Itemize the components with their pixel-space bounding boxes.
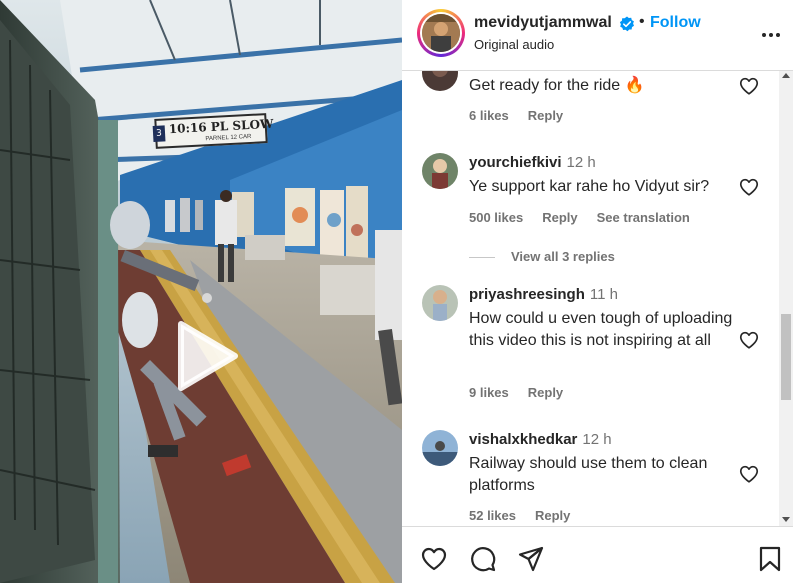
author-avatar[interactable] [417,9,465,57]
train-time-label: 10:16 PL SLOW [168,116,274,137]
comment-likes[interactable]: 9 likes [469,385,509,400]
scroll-down-arrow-icon[interactable] [782,517,790,522]
post-actions-bar [402,526,793,583]
platform-indicator-sign: 3 10:16 PL SLOW PARNEL 12 CAR [152,113,274,149]
bookmark-icon[interactable] [756,545,784,573]
see-translation-button[interactable]: See translation [597,210,690,225]
replies-divider [469,257,495,259]
commenter-avatar[interactable] [422,71,458,91]
author-username[interactable]: mevidyutjammwal [474,14,612,32]
separator-dot: • [639,13,645,30]
commenter-avatar[interactable] [422,153,458,189]
post-header: mevidyutjammwal • Follow Original audio [402,0,793,71]
comment-item: yourchiefkivi 12 h Ye support kar rahe ho… [402,153,778,263]
comments-list[interactable]: Get ready for the ride 🔥 6 likes Reply yo… [402,71,793,526]
comment-likes[interactable]: 6 likes [469,108,509,123]
heart-icon[interactable] [420,545,448,573]
reply-button[interactable]: Reply [535,508,570,523]
comment-text: How could u even tough of uploading this… [469,310,733,349]
commenter-username[interactable]: yourchiefkivi [469,154,562,171]
play-icon[interactable] [163,316,243,396]
commenter-username[interactable]: priyashreesingh [469,286,585,303]
commenter-avatar[interactable] [422,285,458,321]
comment-time: 12 h [566,154,596,171]
like-comment-icon[interactable] [738,75,760,97]
like-comment-icon[interactable] [738,176,760,198]
avatar-image [422,14,460,52]
comment-text: Get ready for the ride 🔥 [469,77,645,94]
comment-meta: 52 likes Reply [469,508,589,523]
comment-item: Get ready for the ride 🔥 6 likes Reply [402,71,778,131]
comment-header: vishalxkhedkar 12 h [469,431,612,448]
reply-button[interactable]: Reply [528,108,563,123]
reply-button[interactable]: Reply [542,210,577,225]
like-comment-icon[interactable] [738,463,760,485]
comment-likes[interactable]: 500 likes [469,210,523,225]
comment-time: 12 h [582,431,612,448]
platform-number: 3 [152,125,166,143]
view-replies-label: View all 3 replies [511,249,615,264]
like-comment-icon[interactable] [738,329,760,351]
scrollbar-thumb[interactable] [781,314,791,400]
reel-video[interactable]: 3 10:16 PL SLOW PARNEL 12 CAR [0,0,402,583]
comment-item: priyashreesingh 11 h How could u even tou… [402,285,778,415]
train-sub-label: PARNEL 12 CAR [205,133,252,143]
commenter-username[interactable]: vishalxkhedkar [469,431,577,448]
comment-likes[interactable]: 52 likes [469,508,516,523]
comment-header: yourchiefkivi 12 h [469,154,596,171]
audio-label[interactable]: Original audio [474,37,554,52]
scroll-up-arrow-icon[interactable] [782,73,790,78]
view-replies-button[interactable]: View all 3 replies [469,249,615,264]
follow-button[interactable]: Follow [650,14,701,32]
more-options-icon[interactable] [760,24,782,46]
comment-header: priyashreesingh 11 h [469,286,618,303]
comment-text: Ye support kar rahe ho Vidyut sir? [469,178,710,195]
comment-text: Railway should use them to clean platfor… [469,455,708,494]
comment-item: vishalxkhedkar 12 h Railway should use th… [402,430,778,526]
commenter-avatar[interactable] [422,430,458,466]
comment-time: 11 h [589,286,618,303]
comment-meta: 9 likes Reply [469,385,582,400]
comments-scrollbar[interactable] [779,71,793,526]
comment-meta: 6 likes Reply [469,108,582,123]
verified-badge-icon [619,16,634,32]
share-icon[interactable] [517,545,545,573]
comment-icon[interactable] [469,545,497,573]
video-frame [0,0,402,583]
reply-button[interactable]: Reply [528,385,563,400]
comment-meta: 500 likes Reply See translation [469,210,709,225]
